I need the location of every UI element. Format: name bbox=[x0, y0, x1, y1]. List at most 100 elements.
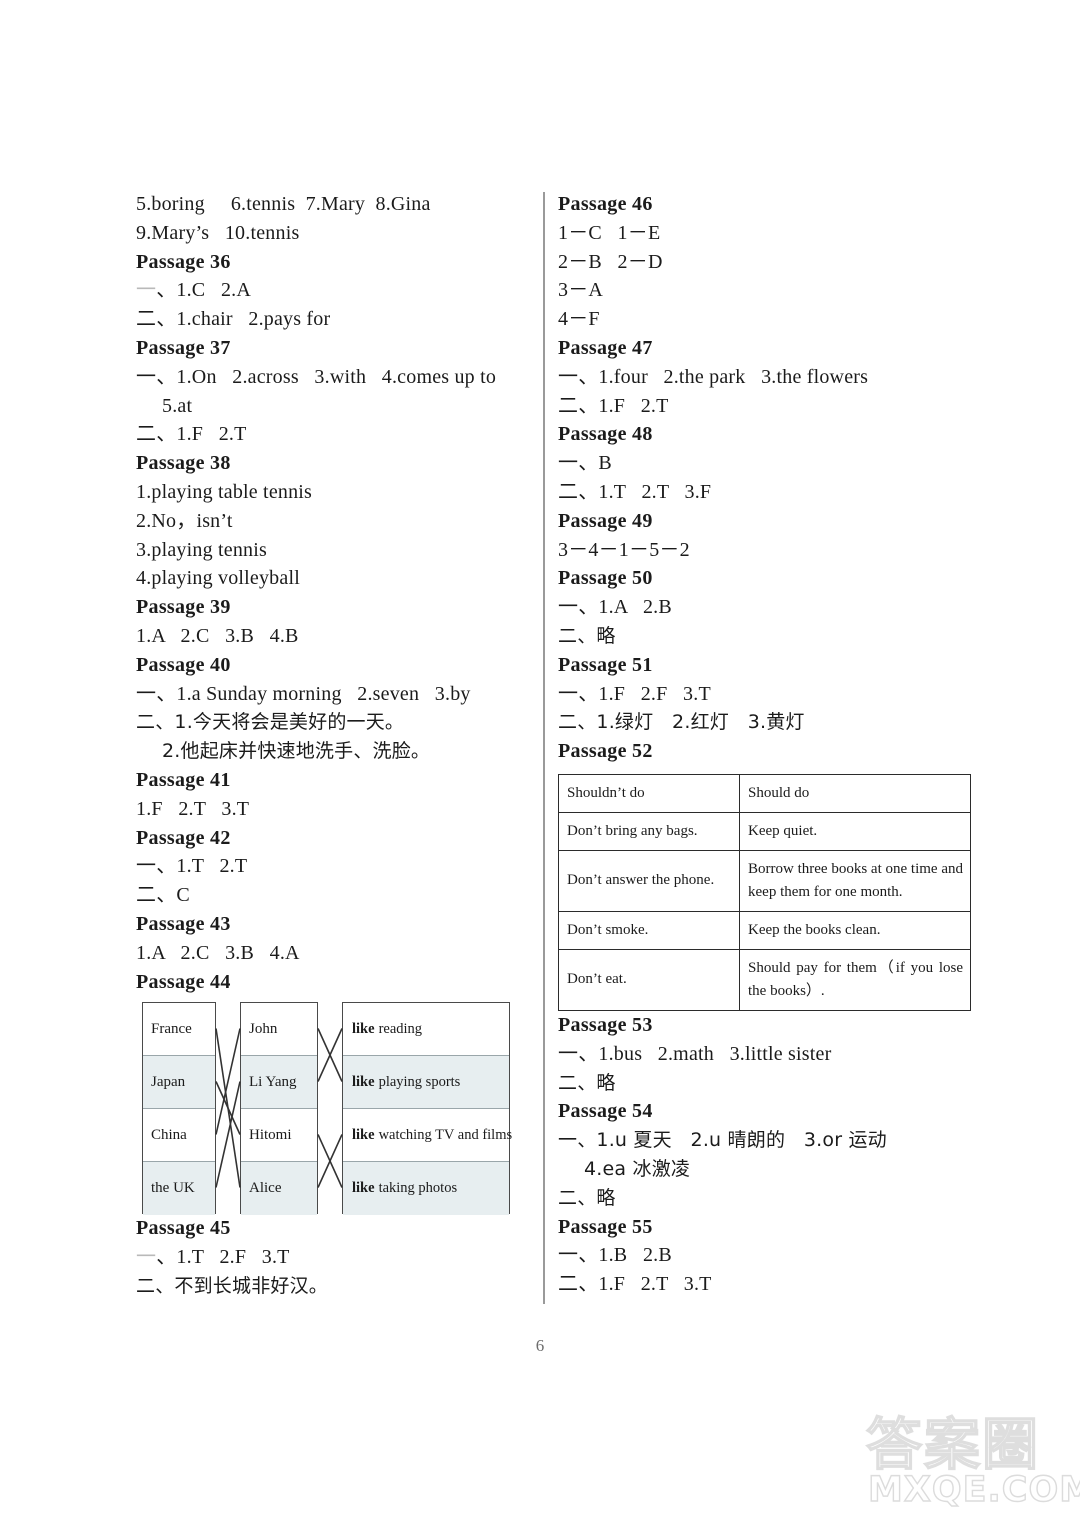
left-column: 5.boring 6.tennis 7.Mary 8.Gina 9.Mary’s … bbox=[136, 190, 536, 1301]
answer-line: 二、略 bbox=[558, 1069, 958, 1098]
answer-text: 、1.今天将会是美好的一天。 bbox=[155, 711, 405, 734]
table-header-row: Shouldn’t do Should do bbox=[558, 773, 971, 813]
answer-line: 4.playing volleyball bbox=[136, 564, 536, 593]
answer-line: 二、1.F 2.T bbox=[136, 420, 536, 449]
answer-line: 一、1.four 2.the park 3.the flowers bbox=[558, 363, 958, 392]
diagram-cell: John bbox=[241, 1003, 317, 1057]
answer-marker: 一 bbox=[558, 596, 579, 619]
answer-line: 4.ea 冰激凌 bbox=[558, 1155, 958, 1184]
passage-heading: Passage 41 bbox=[136, 768, 231, 791]
watermark-url-text: MXQE.COM bbox=[867, 1469, 1080, 1510]
answer-line: 3－4－1－5－2 bbox=[558, 536, 958, 565]
table-row: Don’t eat. Should pay for them（if you los… bbox=[558, 948, 971, 1011]
answer-text: 、1.F 2.T 3.T bbox=[578, 1273, 712, 1296]
answer-marker: 二 bbox=[558, 394, 579, 417]
right-column: Passage 46 1－C 1－E 2－B 2－D 3－A 4－F Passage 47… bbox=[558, 190, 971, 1299]
diagram-cell: Hitomi bbox=[241, 1109, 317, 1163]
passage-heading: Passage 38 bbox=[136, 452, 231, 475]
answer-line: 3－A bbox=[558, 276, 958, 305]
answer-text: 、不到长城非好汉。 bbox=[155, 1274, 329, 1297]
answer-line: 二、1.F 2.T bbox=[558, 392, 958, 421]
answer-text: 、B bbox=[578, 452, 612, 475]
passage-heading: Passage 53 bbox=[558, 1013, 653, 1036]
like-label: like bbox=[352, 1073, 375, 1090]
answer-line: 一、1.T 2.F 3.T bbox=[136, 1243, 536, 1272]
passage-heading: Passage 39 bbox=[136, 596, 231, 619]
answer-text: 1.playing table tennis bbox=[136, 480, 313, 503]
table-cell: Don’t answer the phone. bbox=[558, 849, 740, 912]
diagram-cell: like taking photos bbox=[343, 1162, 509, 1216]
answer-text: 、略 bbox=[577, 1186, 616, 1209]
answer-text: 、略 bbox=[577, 1071, 616, 1094]
answer-marker: 一 bbox=[558, 1042, 579, 1065]
answer-line: 1.playing table tennis bbox=[136, 478, 536, 507]
passage-heading: Passage 47 bbox=[558, 336, 653, 359]
table-row: Don’t smoke. Keep the books clean. bbox=[558, 910, 971, 950]
connector-line bbox=[317, 1028, 343, 1083]
passage-heading: Passage 44 bbox=[136, 970, 231, 993]
passage-heading: Passage 50 bbox=[558, 567, 653, 590]
connector-line bbox=[215, 1028, 241, 1188]
answer-line: 4－F bbox=[558, 305, 958, 334]
answer-text: 、1.T 2.T bbox=[156, 855, 248, 878]
answer-marker: 二 bbox=[558, 1071, 578, 1094]
activity-label: reading bbox=[378, 1020, 423, 1037]
column-divider bbox=[543, 192, 545, 1304]
like-label: like bbox=[352, 1126, 375, 1143]
passage-heading: Passage 48 bbox=[558, 423, 653, 446]
table-cell: Don’t eat. bbox=[558, 948, 740, 1011]
answer-marker: 一 bbox=[136, 279, 157, 302]
answer-text: 1－C 1－E bbox=[558, 221, 661, 244]
answer-text: 4－F bbox=[558, 308, 600, 331]
answer-line: 二、1.chair 2.pays for bbox=[136, 305, 536, 334]
answer-text: 3.playing tennis bbox=[136, 538, 267, 561]
answer-line: 一、1.T 2.T bbox=[136, 852, 536, 881]
table-row: Don’t bring any bags. Keep quiet. bbox=[558, 811, 971, 851]
diagram-cell: the UK bbox=[143, 1162, 215, 1216]
answer-text: 2.No，isn’t bbox=[136, 509, 233, 532]
table-cell: Don’t smoke. bbox=[558, 910, 740, 950]
answer-text: 3－4－1－5－2 bbox=[558, 538, 690, 561]
diagram-cell: like reading bbox=[343, 1003, 509, 1057]
watermark: 答案圈 MXQE.COM bbox=[858, 1398, 1080, 1520]
answer-line: 二、略 bbox=[558, 1184, 958, 1213]
passage-heading: Passage 43 bbox=[136, 912, 231, 935]
answer-line: 1.F 2.T 3.T bbox=[136, 795, 536, 824]
answer-line: 一、1.B 2.B bbox=[558, 1241, 958, 1270]
answer-line: 二、1.绿灯 2.红灯 3.黄灯 bbox=[558, 708, 958, 737]
answer-text: 、C bbox=[156, 884, 190, 907]
continued-answer-line: 5.boring 6.tennis 7.Mary 8.Gina bbox=[136, 193, 431, 215]
diagram-cell: China bbox=[143, 1109, 215, 1163]
answer-line: 2－B 2－D bbox=[558, 248, 958, 277]
connector-line bbox=[215, 1081, 241, 1136]
matching-diagram: France Japan China the UK John Li Yang Hitomi A… bbox=[136, 1002, 512, 1216]
country-box: France Japan China the UK bbox=[142, 1002, 216, 1216]
passage-heading: Passage 37 bbox=[136, 336, 231, 359]
connector-line bbox=[317, 1028, 343, 1083]
should-shouldnt-table: Shouldn’t do Should do Don’t bring any bag… bbox=[558, 773, 971, 1011]
table-cell: Keep quiet. bbox=[739, 811, 971, 851]
like-label: like bbox=[352, 1020, 375, 1037]
answer-text: 、1.a Sunday morning 2.seven 3.by bbox=[156, 682, 471, 705]
answer-text: 、1.绿灯 2.红灯 3.黄灯 bbox=[577, 711, 805, 734]
connector-line bbox=[215, 1081, 241, 1188]
answer-marker: 一 bbox=[558, 682, 579, 705]
diagram-cell: Alice bbox=[241, 1162, 317, 1216]
answer-text: 、1.four 2.the park 3.the flowers bbox=[578, 365, 869, 388]
connector-line bbox=[215, 1028, 241, 1135]
answer-line: 二、1.F 2.T 3.T bbox=[558, 1270, 958, 1299]
answer-line: 1.A 2.C 3.B 4.B bbox=[136, 622, 536, 651]
connector-line bbox=[317, 1134, 343, 1189]
table-row: Don’t answer the phone. Borrow three book… bbox=[558, 849, 971, 912]
diagram-cell: Li Yang bbox=[241, 1056, 317, 1110]
answer-text: 、1.chair 2.pays for bbox=[156, 308, 331, 331]
diagram-cell: France bbox=[143, 1003, 215, 1057]
passage-heading: Passage 54 bbox=[558, 1100, 653, 1123]
answer-text: 、1.F 2.F 3.T bbox=[578, 682, 711, 705]
answer-marker: 一 bbox=[136, 855, 157, 878]
page-number: 6 bbox=[535, 1336, 545, 1355]
watermark-cjk-text: 答案圈 bbox=[865, 1412, 1040, 1479]
answer-line: 二、1.今天将会是美好的一天。 bbox=[136, 708, 536, 737]
answer-line: 一、1.u 夏天 2.u 晴朗的 3.or 运动 bbox=[558, 1126, 958, 1155]
answer-marker: 二 bbox=[558, 1273, 579, 1296]
